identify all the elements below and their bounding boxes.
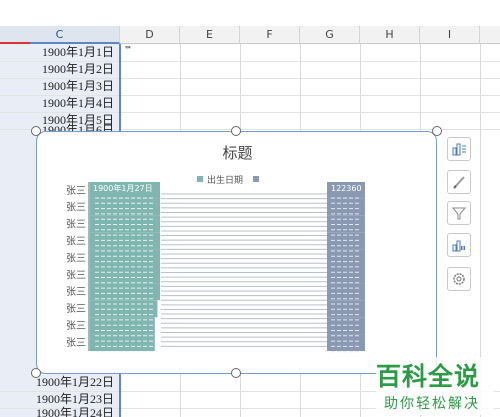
bar-series2 xyxy=(327,198,365,216)
chart-filter-button[interactable] xyxy=(447,201,471,225)
bar-birthdate xyxy=(90,334,155,351)
column-header-e[interactable]: E xyxy=(180,26,240,44)
bar-series2 xyxy=(327,249,365,267)
category-label: 张三 xyxy=(66,320,86,332)
bar-birthdate xyxy=(90,249,160,267)
cell-c3[interactable]: 1900年1月3日 xyxy=(0,78,118,95)
chart-container[interactable]: 标题 出生日期 1900年1月27日 122360 张三 张三 张三 张三 张三 张三 张三 张三… xyxy=(36,131,437,374)
chart-filter-icon xyxy=(451,207,467,220)
chart-settings-icon xyxy=(453,273,465,285)
chart-elements-button[interactable] xyxy=(447,137,471,161)
plot-area: 1900年1月27日 122360张三张三张三张三张三张三张三张三张三张三 xyxy=(66,182,365,353)
data-label-birthdate: 1900年1月27日 xyxy=(93,183,153,193)
cell-c2[interactable]: 1900年1月2日 xyxy=(0,61,118,78)
resize-handle-bl[interactable] xyxy=(31,368,41,378)
category-label: 张三 xyxy=(66,286,86,298)
watermark-logo: 百科全说 助你轻松解决 xyxy=(376,357,494,415)
column-header-d[interactable]: D xyxy=(120,26,180,44)
column-header-row: C D E F G H I xyxy=(0,26,500,44)
watermark-subtitle: 助你轻松解决 xyxy=(384,396,480,412)
column-header-i[interactable]: I xyxy=(420,26,480,44)
cell-c4[interactable]: 1900年1月4日 xyxy=(0,95,118,112)
bar-series2 xyxy=(327,334,365,351)
resize-handle-tl[interactable] xyxy=(31,126,41,136)
chart-layout-icon xyxy=(452,240,465,252)
category-label: 张三 xyxy=(66,185,86,197)
column-header-h[interactable]: H xyxy=(360,26,420,44)
category-label: 张三 xyxy=(66,252,86,264)
category-label: 张三 xyxy=(66,269,86,281)
bar-birthdate xyxy=(90,283,160,301)
chart-style-icon xyxy=(453,176,465,189)
bar-birthdate xyxy=(90,300,158,318)
resize-handle-tr[interactable] xyxy=(432,126,442,136)
cell-c1[interactable]: 1900年1月1日 xyxy=(0,44,118,61)
category-label: 张三 xyxy=(66,219,86,231)
toolbar-area xyxy=(0,0,500,26)
resize-handle-b[interactable] xyxy=(231,368,241,378)
resize-handle-t[interactable] xyxy=(231,126,241,136)
chart-elements-icon xyxy=(452,143,466,156)
chart-style-button[interactable] xyxy=(447,170,471,194)
chart-settings-button[interactable] xyxy=(447,267,471,291)
cell-c24[interactable]: 1900年1月24日 xyxy=(0,405,118,417)
cell-marker: ™ xyxy=(124,45,132,54)
bar-series2 xyxy=(327,283,365,301)
bar-series2 xyxy=(327,266,365,284)
bar-birthdate xyxy=(90,198,160,216)
category-label: 张三 xyxy=(66,202,86,214)
bar-birthdate xyxy=(90,266,160,284)
chart-layout-button[interactable] xyxy=(447,233,471,257)
column-header-g[interactable]: G xyxy=(300,26,360,44)
data-label-series2: 122360 xyxy=(331,184,362,193)
watermark-title: 百科全说 xyxy=(376,362,481,391)
column-header-f[interactable]: F xyxy=(240,26,300,44)
category-label: 张三 xyxy=(66,303,86,315)
category-label: 张三 xyxy=(66,337,86,349)
cell-c22[interactable]: 1900年1月22日 xyxy=(0,374,118,391)
category-label: 张三 xyxy=(66,236,86,248)
